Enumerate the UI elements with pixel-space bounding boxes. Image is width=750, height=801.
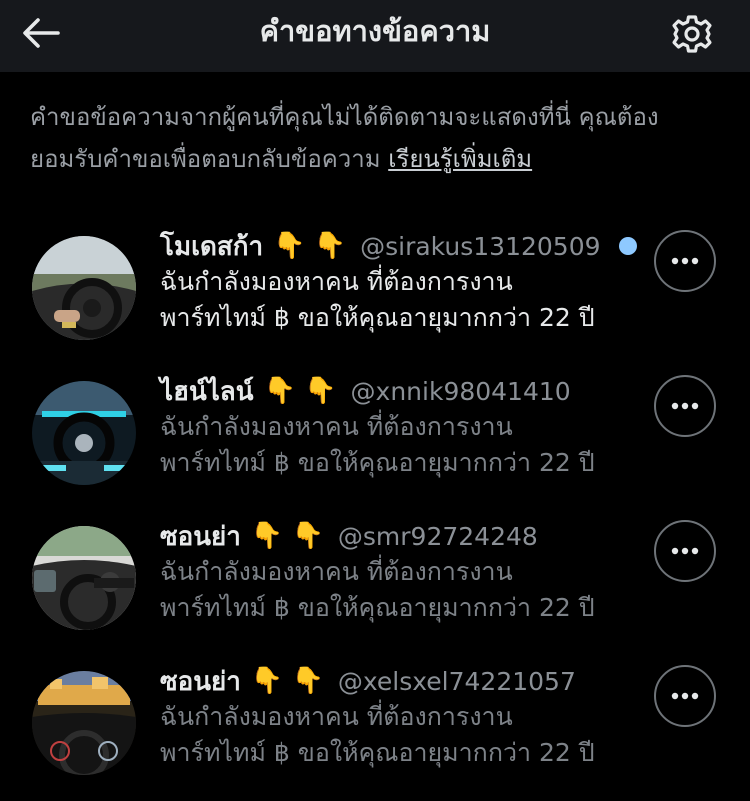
more-options-button[interactable] <box>654 665 716 727</box>
more-horizontal-icon <box>671 692 699 700</box>
gear-icon <box>672 15 712 53</box>
message-preview: ฉันกำลังมองหาคน ที่ต้องการงาน พาร์ทไทม์ … <box>160 264 640 336</box>
sender-name: ซอนย่า <box>160 666 241 697</box>
message-line: ฉันกำลังมองหาคน ที่ต้องการงาน <box>160 557 513 586</box>
message-line: พาร์ทไทม์ ฿ ขอให้คุณอายุมากกว่า 22 ปี <box>160 303 595 332</box>
avatar[interactable] <box>32 236 136 340</box>
message-line: พาร์ทไทม์ ฿ ขอให้คุณอายุมากกว่า 22 ปี <box>160 593 595 622</box>
sender-line: โมเดสก้า 👇 👇 @sirakus13120509 <box>160 226 637 266</box>
more-horizontal-icon <box>671 402 699 410</box>
sender-line: ไฮน์ไลน์ 👇 👇 @xnnik98041410 <box>160 371 571 411</box>
info-text: คำขอข้อความจากผู้คนที่คุณไม่ได้ติดตามจะแ… <box>30 103 659 173</box>
sender-line: ซอนย่า 👇 👇 @smr92724248 <box>160 516 538 556</box>
message-request-row[interactable]: ซอนย่า 👇 👇 @smr92724248 ฉันกำลังมองหาคน … <box>0 516 750 656</box>
message-line: ฉันกำลังมองหาคน ที่ต้องการงาน <box>160 412 513 441</box>
sender-name: ไฮน์ไลน์ <box>160 376 254 407</box>
sender-handle: @smr92724248 <box>337 521 538 551</box>
avatar[interactable] <box>32 671 136 775</box>
more-options-button[interactable] <box>654 375 716 437</box>
more-horizontal-icon <box>671 257 699 265</box>
page-title: คำขอทางข้อความ <box>259 14 491 48</box>
message-request-row[interactable]: ไฮน์ไลน์ 👇 👇 @xnnik98041410 ฉันกำลังมองห… <box>0 371 750 511</box>
top-bar: คำขอทางข้อความ <box>0 0 750 72</box>
more-options-button[interactable] <box>654 520 716 582</box>
message-preview: ฉันกำลังมองหาคน ที่ต้องการงาน พาร์ทไทม์ … <box>160 554 640 626</box>
sender-handle: @xnnik98041410 <box>350 376 571 406</box>
emoji: 👇 👇 <box>250 521 324 551</box>
sender-name: โมเดสก้า <box>160 231 264 262</box>
message-line: พาร์ทไทม์ ฿ ขอให้คุณอายุมากกว่า 22 ปี <box>160 738 595 767</box>
emoji: 👇 👇 <box>250 666 324 696</box>
more-horizontal-icon <box>671 547 699 555</box>
message-request-row[interactable]: โมเดสก้า 👇 👇 @sirakus13120509 ฉันกำลังมอ… <box>0 226 750 366</box>
info-text-block: คำขอข้อความจากผู้คนที่คุณไม่ได้ติดตามจะแ… <box>30 96 720 180</box>
avatar[interactable] <box>32 381 136 485</box>
message-line: ฉันกำลังมองหาคน ที่ต้องการงาน <box>160 267 513 296</box>
more-options-button[interactable] <box>654 230 716 292</box>
message-preview: ฉันกำลังมองหาคน ที่ต้องการงาน พาร์ทไทม์ … <box>160 699 640 771</box>
message-line: พาร์ทไทม์ ฿ ขอให้คุณอายุมากกว่า 22 ปี <box>160 448 595 477</box>
sender-line: ซอนย่า 👇 👇 @xelsxel74221057 <box>160 661 576 701</box>
message-request-row[interactable]: ซอนย่า 👇 👇 @xelsxel74221057 ฉันกำลังมองห… <box>0 661 750 801</box>
emoji: 👇 👇 <box>263 376 337 406</box>
sender-handle: @sirakus13120509 <box>360 231 601 261</box>
sender-name: ซอนย่า <box>160 521 241 552</box>
emoji: 👇 👇 <box>273 231 347 261</box>
avatar[interactable] <box>32 526 136 630</box>
message-preview: ฉันกำลังมองหาคน ที่ต้องการงาน พาร์ทไทม์ … <box>160 409 640 481</box>
learn-more-link[interactable]: เรียนรู้เพิ่มเติม <box>388 145 532 173</box>
unread-indicator <box>618 237 637 255</box>
sender-handle: @xelsxel74221057 <box>337 666 576 696</box>
message-line: ฉันกำลังมองหาคน ที่ต้องการงาน <box>160 702 513 731</box>
settings-button[interactable] <box>664 6 720 62</box>
